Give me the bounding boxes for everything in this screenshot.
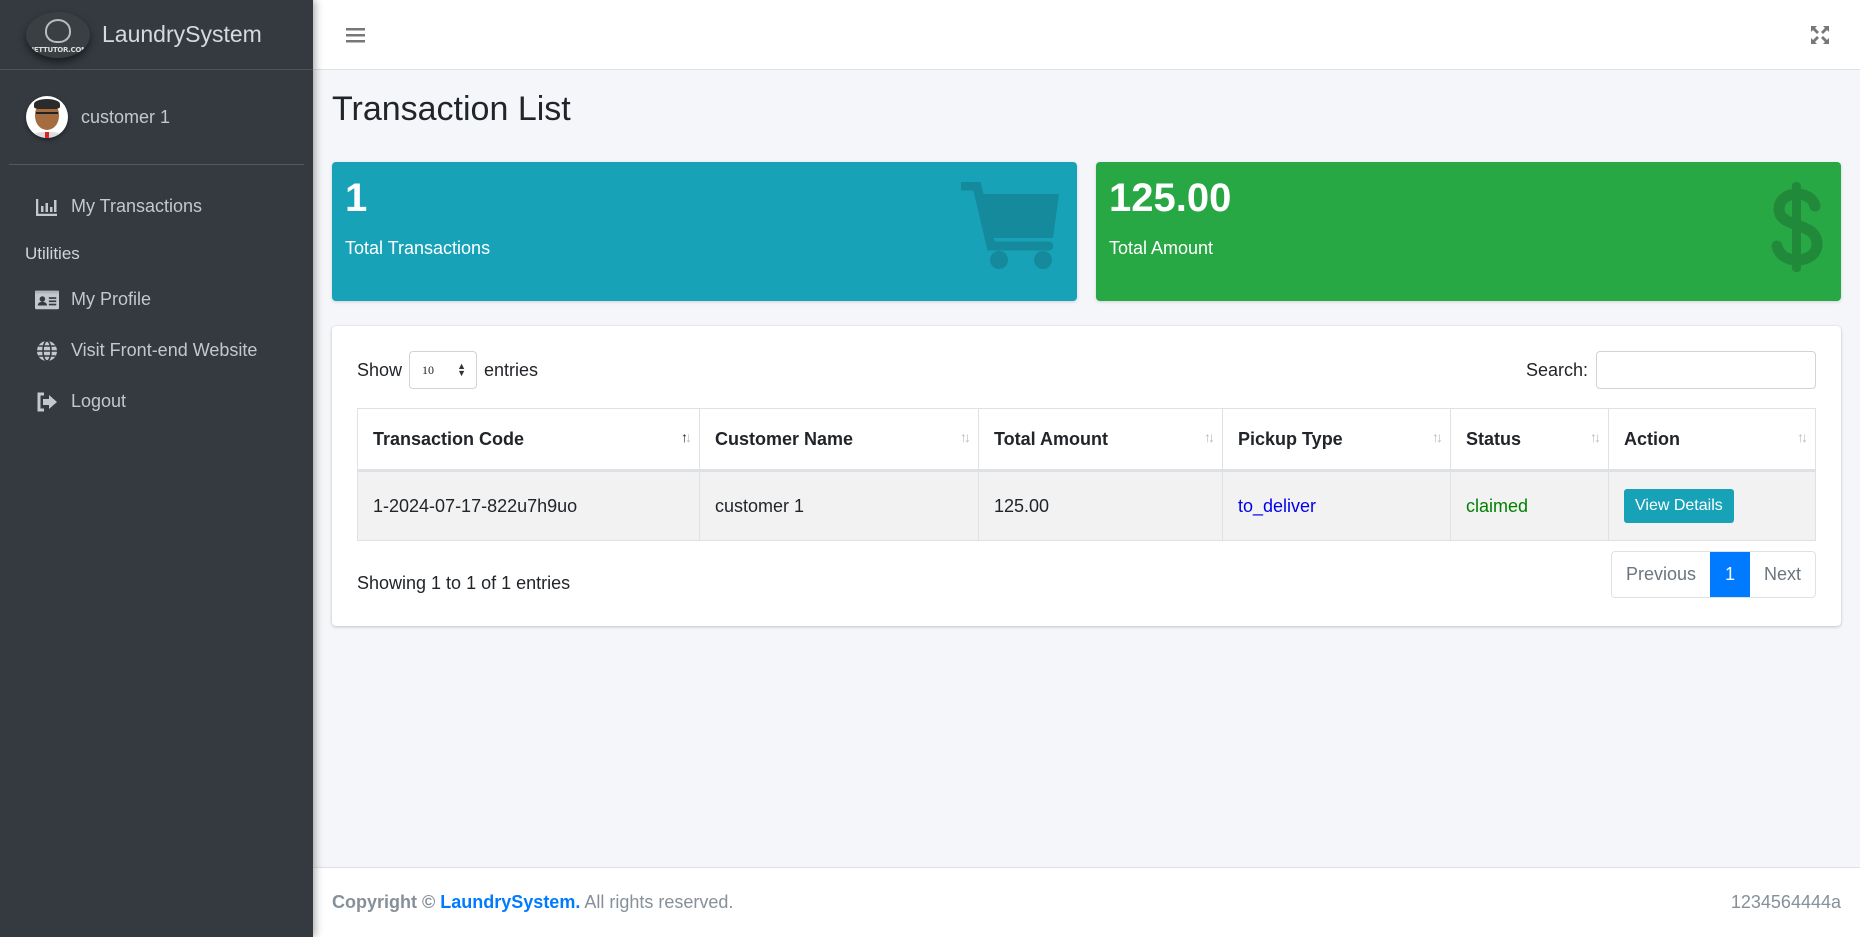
pagination-next[interactable]: Next	[1750, 552, 1815, 597]
stats-row: 1 Total Transactions 125.00 Total Amount	[332, 162, 1841, 301]
show-label: Show	[357, 359, 403, 380]
column-label: Status	[1466, 428, 1522, 449]
datatable-footer: Showing 1 to 1 of 1 entries Previous 1 N…	[357, 551, 1816, 598]
expand-icon[interactable]	[1808, 23, 1832, 47]
search-control: Search:	[1526, 351, 1816, 389]
view-details-button[interactable]: View Details	[1624, 489, 1734, 523]
sort-icon: ↑↓	[1590, 429, 1601, 445]
page-length-value: 10	[422, 362, 435, 377]
shopping-cart-icon	[958, 181, 1061, 277]
sidebar-nav: My Transactions Utilities My Profile Vis…	[0, 165, 313, 427]
sidebar: NETTUTOR.COM LaundrySystem customer 1 My…	[0, 0, 313, 937]
footer: Copyright © LaundrySystem. All rights re…	[313, 867, 1860, 937]
sidebar-item-label: Visit Front-end Website	[71, 340, 258, 360]
table-info: Showing 1 to 1 of 1 entries	[357, 573, 571, 593]
copyright: Copyright © LaundrySystem. All rights re…	[332, 892, 733, 913]
cell-customer-name: customer 1	[699, 470, 979, 541]
brand-link[interactable]: NETTUTOR.COM LaundrySystem	[0, 0, 313, 70]
globe-icon	[35, 339, 59, 362]
pagination: Previous 1 Next	[1610, 551, 1816, 598]
page-length-select[interactable]: 10 ▲ ▼	[409, 351, 478, 389]
chart-bar-icon	[35, 196, 59, 218]
sort-icon: ↑↓	[1797, 429, 1808, 445]
logo-text: NETTUTOR.COM	[28, 45, 88, 54]
user-name: customer 1	[81, 106, 171, 127]
sidebar-item-label: Logout	[71, 391, 127, 411]
footer-brand-link[interactable]: LaundrySystem.	[440, 892, 580, 912]
column-label: Total Amount	[994, 428, 1108, 449]
pagination-page-1[interactable]: 1	[1709, 552, 1750, 597]
avatar	[26, 96, 68, 138]
pagination-previous[interactable]: Previous	[1612, 552, 1710, 597]
cell-action: View Details	[1608, 470, 1816, 541]
column-label: Transaction Code	[373, 428, 525, 449]
search-input[interactable]	[1596, 351, 1816, 389]
stat-box-total-transactions: 1 Total Transactions	[332, 162, 1077, 301]
table-header-row: Transaction Code ↑↓ Customer Name ↑↓ Total…	[357, 408, 1816, 472]
stat-box-total-amount: 125.00 Total Amount	[1096, 162, 1841, 301]
column-label: Customer Name	[715, 428, 854, 449]
sidebar-item-logout[interactable]: Logout	[0, 376, 313, 427]
brain-icon	[45, 18, 71, 43]
brand-name: LaundrySystem	[102, 21, 262, 47]
page-title: Transaction List	[332, 90, 571, 128]
stat-label: Total Transactions	[345, 238, 491, 258]
page-length-control: Show 10 ▲ ▼ entries	[357, 351, 538, 389]
sidebar-item-label: My Profile	[71, 289, 152, 309]
sidebar-item-my-transactions[interactable]: My Transactions	[0, 181, 313, 232]
column-header-customer-name[interactable]: Customer Name ↑↓	[699, 408, 979, 472]
datatable-controls: Show 10 ▲ ▼ entries Search:	[357, 350, 1816, 390]
sidebar-item-my-profile[interactable]: My Profile	[0, 274, 313, 325]
rights-text: All rights reserved.	[584, 892, 734, 912]
entries-label: entries	[484, 359, 539, 380]
column-header-total-amount[interactable]: Total Amount ↑↓	[978, 408, 1223, 472]
main-content: Transaction List 1 Total Transactions 12…	[313, 70, 1860, 867]
stat-value: 1	[345, 176, 368, 220]
sort-asc-icon: ↑↓	[681, 429, 692, 445]
stat-label: Total Amount	[1109, 238, 1214, 258]
stat-value: 125.00	[1109, 176, 1232, 220]
user-panel[interactable]: customer 1	[9, 70, 304, 165]
dollar-sign-icon	[1769, 182, 1825, 277]
footer-right-text: 1234564444a	[1730, 892, 1841, 912]
cell-total-amount: 125.00	[978, 470, 1223, 541]
column-label: Action	[1624, 428, 1680, 449]
sort-icon: ↑↓	[1432, 429, 1443, 445]
topbar	[313, 0, 1860, 70]
transactions-table: Transaction Code ↑↓ Customer Name ↑↓ Total…	[357, 408, 1816, 541]
column-header-pickup-type[interactable]: Pickup Type ↑↓	[1222, 408, 1451, 472]
sign-out-icon	[35, 391, 59, 413]
column-header-transaction-code[interactable]: Transaction Code ↑↓	[357, 408, 700, 472]
cell-status: claimed	[1450, 470, 1609, 541]
copyright-label: Copyright ©	[332, 892, 436, 912]
search-label: Search:	[1525, 359, 1588, 380]
sidebar-header-utilities: Utilities	[25, 244, 80, 263]
sidebar-item-label: My Transactions	[71, 196, 203, 216]
column-header-status[interactable]: Status ↑↓	[1450, 408, 1609, 472]
brand-logo: NETTUTOR.COM	[26, 11, 90, 58]
select-arrows-icon: ▲ ▼	[457, 361, 467, 378]
sort-icon: ↑↓	[960, 429, 971, 445]
sidebar-item-visit-website[interactable]: Visit Front-end Website	[0, 325, 313, 376]
transactions-card: Show 10 ▲ ▼ entries Search: Transaction C…	[332, 326, 1841, 626]
table-row: 1-2024-07-17-822u7h9uo customer 1 125.00…	[357, 470, 1816, 541]
column-label: Pickup Type	[1238, 428, 1343, 449]
column-header-action[interactable]: Action ↑↓	[1608, 408, 1816, 472]
id-card-icon	[35, 289, 59, 311]
cell-transaction-code: 1-2024-07-17-822u7h9uo	[357, 470, 700, 541]
cell-pickup-type: to_deliver	[1222, 470, 1451, 541]
sort-icon: ↑↓	[1204, 429, 1215, 445]
hamburger-icon[interactable]	[343, 23, 367, 47]
